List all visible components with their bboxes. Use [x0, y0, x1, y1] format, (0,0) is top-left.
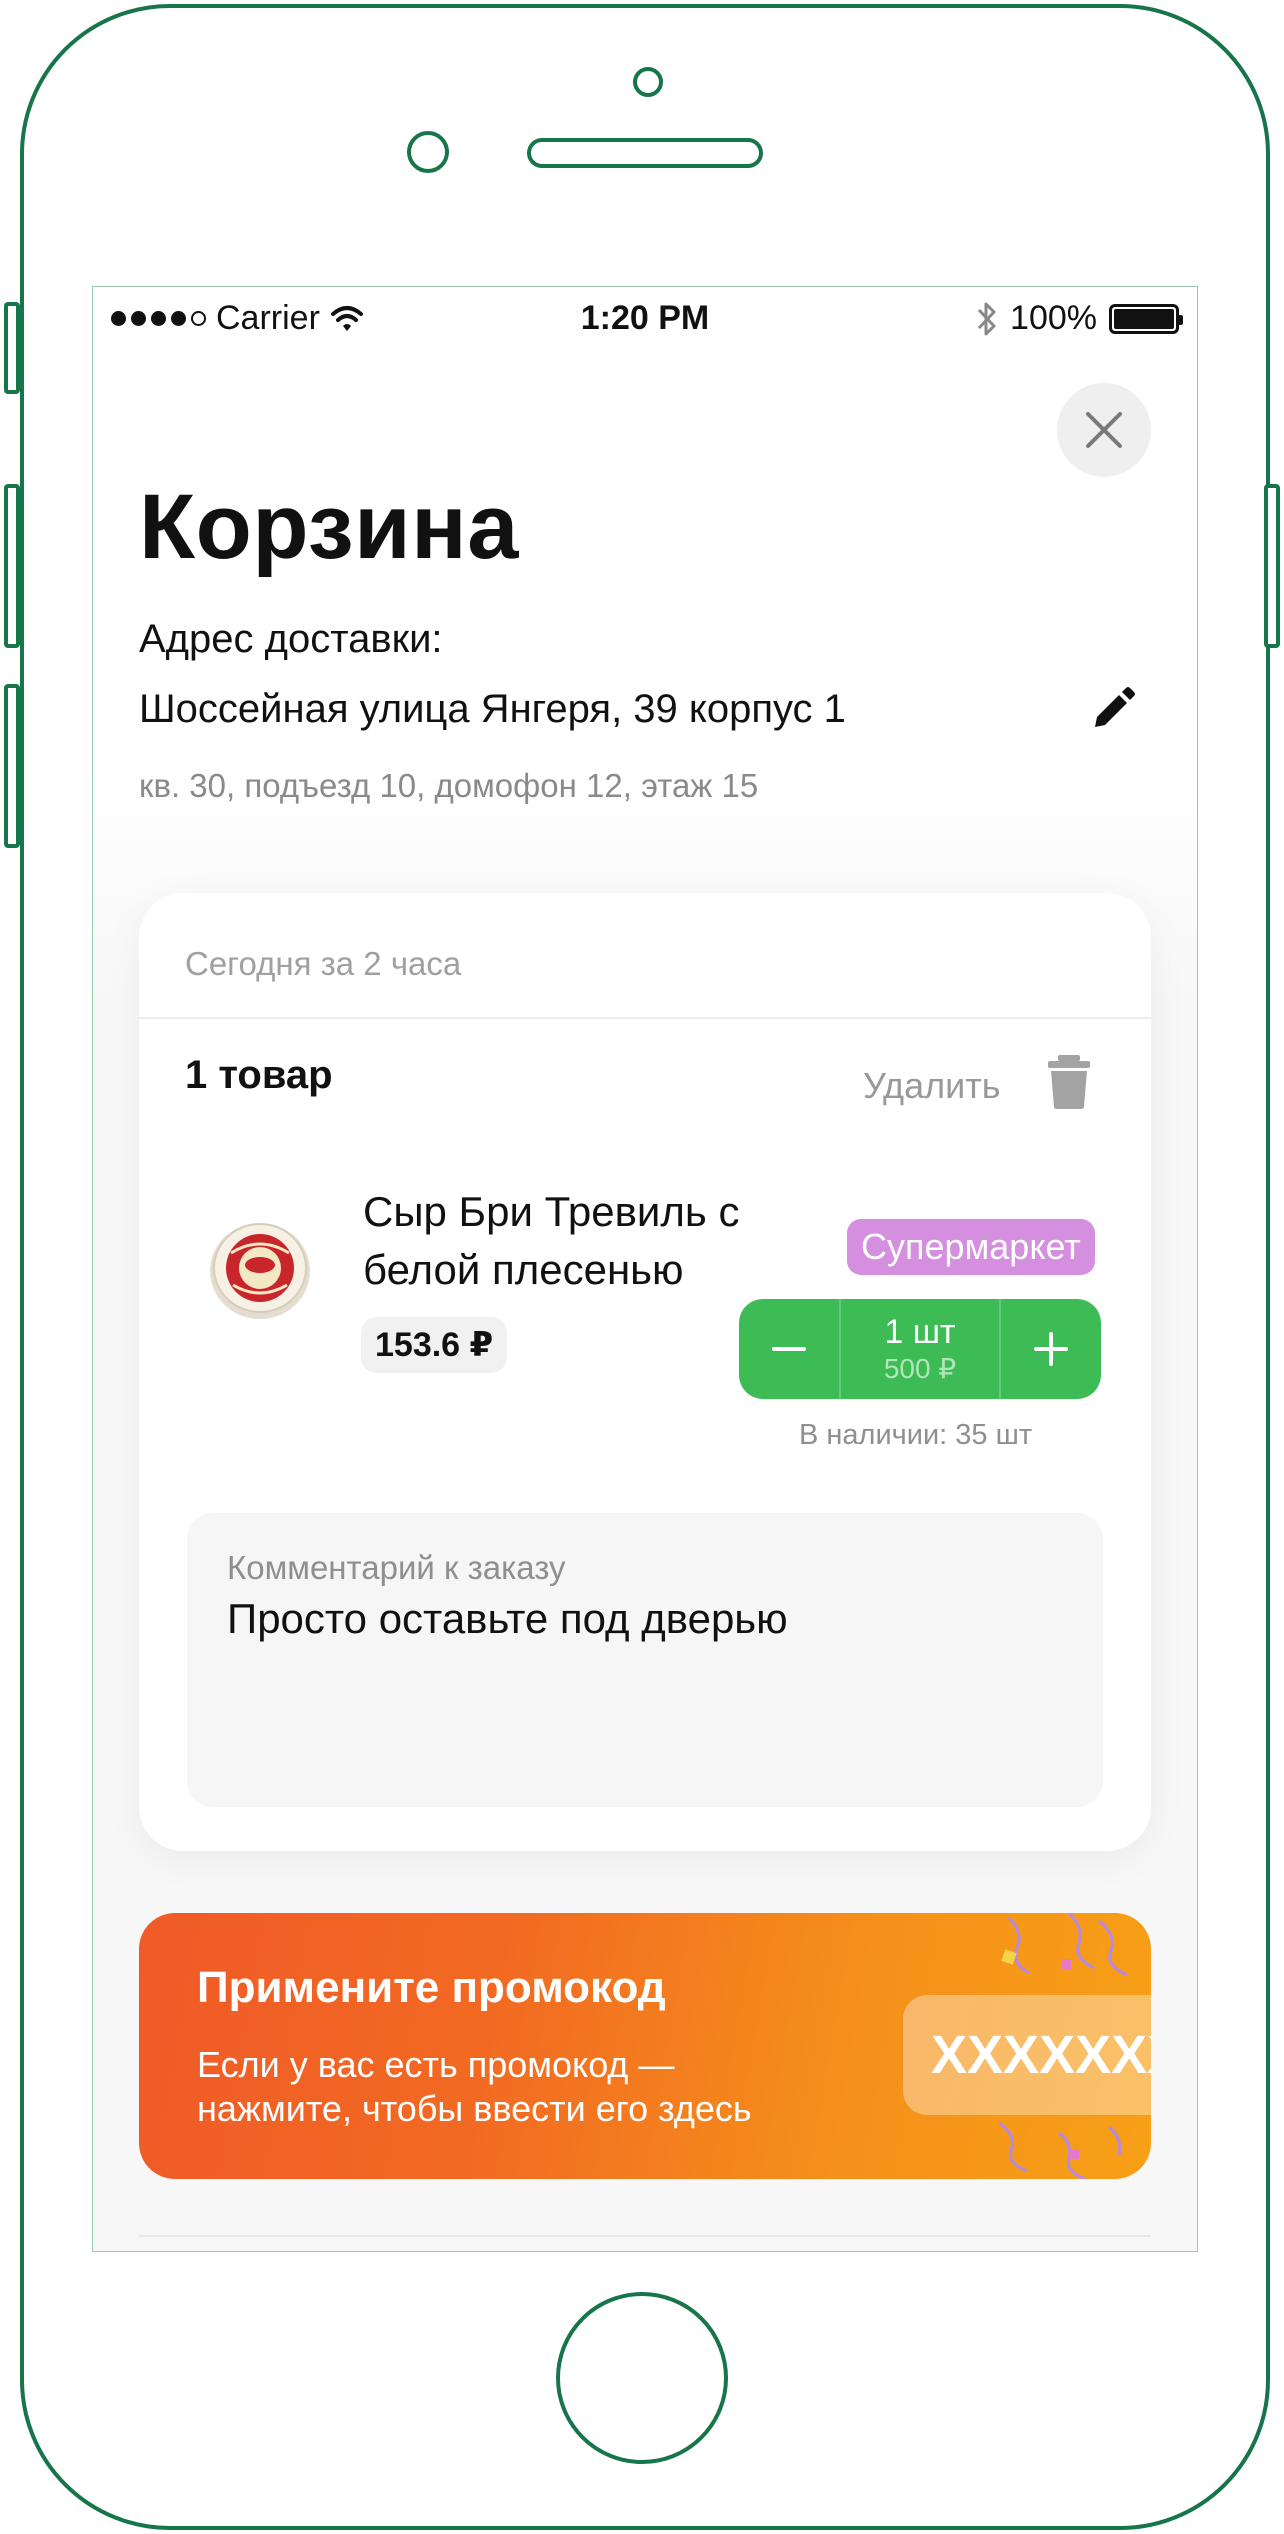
- order-comment-field[interactable]: Комментарий к заказу Просто оставьте под…: [187, 1513, 1103, 1807]
- cart-card: Сегодня за 2 часа 1 товар Удалить Сыр Бр…: [139, 893, 1151, 1851]
- volume-up-button: [4, 484, 20, 648]
- address-value[interactable]: Шоссейная улица Янгеря, 39 корпус 1: [139, 687, 846, 732]
- page-title: Корзина: [139, 476, 519, 578]
- earpiece-speaker: [527, 138, 763, 168]
- delivery-time: Сегодня за 2 часа: [185, 945, 462, 982]
- product-image: [210, 1223, 310, 1319]
- quantity-stepper: 1 шт 500 ₽: [739, 1299, 1101, 1399]
- divider: [139, 1017, 1151, 1019]
- store-badge: Супермаркет: [847, 1219, 1095, 1275]
- increase-button[interactable]: [1001, 1299, 1101, 1399]
- address-label: Адрес доставки:: [139, 617, 443, 661]
- power-button: [1264, 484, 1280, 648]
- stock-availability: В наличии: 35 шт: [799, 1419, 1033, 1451]
- address-details: кв. 30, подъезд 10, домофон 12, этаж 15: [139, 767, 759, 804]
- quantity-subtotal: 500 ₽: [883, 1353, 957, 1384]
- bottom-divider: [139, 2235, 1151, 2237]
- volume-down-button: [4, 684, 20, 848]
- bluetooth-icon: [977, 302, 996, 335]
- battery-icon: [1109, 303, 1183, 334]
- promo-title: Примените промокод: [197, 1963, 666, 2012]
- status-right: 100%: [976, 299, 1183, 338]
- proximity-sensor: [633, 67, 663, 97]
- close-icon: [1086, 412, 1122, 448]
- minus-icon: [772, 1347, 806, 1351]
- mute-switch: [4, 302, 20, 394]
- items-count: 1 товар: [185, 1053, 333, 1097]
- product-name[interactable]: Сыр Бри Тревиль с белой плесенью: [363, 1183, 783, 1299]
- plus-icon: [1034, 1332, 1068, 1366]
- close-button[interactable]: [1057, 383, 1151, 477]
- pencil-icon[interactable]: [1089, 683, 1139, 733]
- decrease-button[interactable]: [739, 1299, 839, 1399]
- promo-code-banner[interactable]: Примените промокод Если у вас есть промо…: [139, 1913, 1151, 2179]
- confetti-decoration: [999, 1913, 1128, 2179]
- delete-button[interactable]: Удалить: [863, 1065, 1000, 1107]
- home-button[interactable]: [556, 2292, 728, 2464]
- quantity-value: 1 шт: [884, 1313, 956, 1351]
- trash-icon[interactable]: [1044, 1053, 1094, 1111]
- app-screen: Carrier 1:20 PM 100% Корзина Адрес доста…: [92, 286, 1198, 2252]
- front-camera: [407, 131, 449, 173]
- quantity-display: 1 шт 500 ₽: [839, 1299, 1001, 1399]
- battery-percent: 100%: [1010, 299, 1097, 337]
- comment-value[interactable]: Просто оставьте под дверью: [227, 1595, 788, 1643]
- comment-label: Комментарий к заказу: [227, 1549, 566, 1586]
- status-bar: Carrier 1:20 PM 100%: [93, 287, 1197, 351]
- product-price: 153.6 ₽: [361, 1317, 508, 1373]
- promo-description: Если у вас есть промокод — нажмите, чтоб…: [197, 2044, 752, 2129]
